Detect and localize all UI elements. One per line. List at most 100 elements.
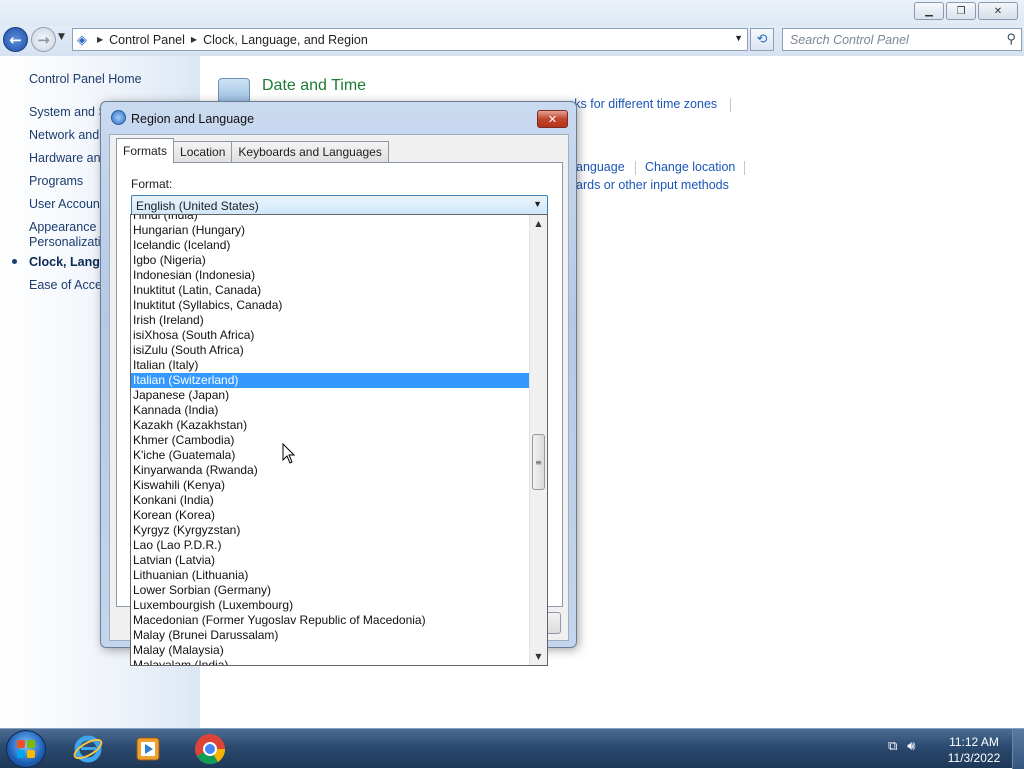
scrollbar-thumb[interactable]: ≡ — [532, 434, 545, 490]
close-window-button[interactable]: ✕ — [978, 2, 1018, 20]
media-player-button[interactable] — [126, 731, 170, 767]
back-arrow-icon: ← — [9, 30, 22, 49]
tab-formats[interactable]: Formats — [116, 138, 175, 163]
format-option[interactable]: Lao (Lao P.D.R.) — [131, 538, 529, 553]
minimize-button[interactable]: ▁ — [914, 2, 944, 20]
tab-location[interactable]: Location — [173, 141, 233, 162]
sidebar-item-user-accounts[interactable]: User Account — [29, 197, 101, 211]
format-option[interactable]: Malay (Brunei Darussalam) — [131, 628, 529, 643]
taskbar-clock[interactable]: 11:12 AM 11/3/2022 — [944, 734, 1004, 766]
format-option[interactable]: Japanese (Japan) — [131, 388, 529, 403]
format-option[interactable]: Lower Sorbian (Germany) — [131, 583, 529, 598]
volume-icon[interactable]: 🔊︎ — [907, 739, 915, 754]
format-option[interactable]: Malay (Malaysia) — [131, 643, 529, 658]
clocks-time-zones-link[interactable]: cks for different time zones — [568, 97, 717, 111]
dialog-close-button[interactable]: ✕ — [537, 110, 568, 128]
restore-icon: ❐ — [956, 5, 966, 17]
format-option[interactable]: Icelandic (Iceland) — [131, 238, 529, 253]
mouse-cursor-icon — [282, 443, 296, 464]
format-option[interactable]: Hindi (India) — [131, 215, 529, 223]
change-display-language-link[interactable]: anguage — [576, 160, 625, 174]
navigation-bar: ← → ▼ ◈ ▶ Control Panel ▶ Clock, Languag… — [0, 26, 1024, 56]
format-option[interactable]: isiZulu (South Africa) — [131, 343, 529, 358]
format-option[interactable]: Indonesian (Indonesia) — [131, 268, 529, 283]
link-separator — [730, 98, 731, 112]
chrome-button[interactable] — [188, 731, 232, 767]
current-page-bullet — [12, 259, 17, 264]
format-option[interactable]: Kyrgyz (Kyrgyzstan) — [131, 523, 529, 538]
address-bar[interactable]: ◈ ▶ Control Panel ▶ Clock, Language, and… — [72, 28, 748, 51]
change-keyboards-link[interactable]: ards or other input methods — [576, 178, 729, 192]
search-input[interactable]: Search Control Panel ⚲ — [782, 28, 1022, 51]
format-option[interactable]: Inuktitut (Latin, Canada) — [131, 283, 529, 298]
format-option[interactable]: Lithuanian (Lithuania) — [131, 568, 529, 583]
tab-keyboards-and-languages[interactable]: Keyboards and Languages — [231, 141, 389, 162]
format-option[interactable]: Inuktitut (Syllabics, Canada) — [131, 298, 529, 313]
clock-time: 11:12 AM — [949, 735, 999, 749]
list-scrollbar[interactable]: ▲ ≡ ▼ — [529, 215, 547, 665]
sidebar-item-system-and-security[interactable]: System and S — [29, 105, 101, 119]
format-option[interactable]: Khmer (Cambodia) — [131, 433, 529, 448]
format-option[interactable]: Konkani (India) — [131, 493, 529, 508]
sidebar-item-appearance[interactable]: Appearance a — [29, 220, 101, 234]
format-option[interactable]: isiXhosa (South Africa) — [131, 328, 529, 343]
back-button[interactable]: ← — [3, 27, 28, 52]
sidebar-item-clock-language[interactable]: Clock, Langua — [29, 255, 101, 269]
breadcrumb-clock-language-region[interactable]: Clock, Language, and Region — [203, 33, 368, 47]
format-selected-value: English (United States) — [136, 199, 259, 213]
format-option[interactable]: Malayalam (India) — [131, 658, 529, 665]
forward-arrow-icon: → — [37, 30, 50, 49]
breadcrumb-control-panel[interactable]: Control Panel — [109, 33, 185, 47]
format-dropdown-list[interactable]: Hindi (India) Hungarian (Hungary) Icelandi… — [130, 214, 548, 666]
format-option[interactable]: Italian (Italy) — [131, 358, 529, 373]
format-option[interactable]: Italian (Switzerland) — [131, 373, 529, 388]
dialog-tabs: Formats Location Keyboards and Languages — [116, 138, 389, 163]
control-panel-icon: ◈ — [77, 31, 87, 47]
restore-button[interactable]: ❐ — [946, 2, 976, 20]
format-option[interactable]: Latvian (Latvia) — [131, 553, 529, 568]
format-option[interactable]: Irish (Ireland) — [131, 313, 529, 328]
date-and-time-heading[interactable]: Date and Time — [262, 77, 366, 95]
search-icon[interactable]: ⚲ — [1006, 31, 1016, 47]
internet-explorer-button[interactable] — [66, 731, 110, 767]
show-desktop-button[interactable] — [1012, 729, 1024, 769]
search-placeholder: Search Control Panel — [790, 33, 909, 47]
sidebar-item-programs[interactable]: Programs — [29, 174, 83, 188]
window-title-bar: ▁ ❐ ✕ — [0, 0, 1024, 26]
refresh-button[interactable]: ⟲ — [750, 28, 774, 51]
minimize-icon: ▁ — [925, 5, 933, 17]
system-tray: ⧉ 🔊︎ — [888, 739, 916, 754]
forward-button[interactable]: → — [31, 27, 56, 52]
network-icon[interactable]: ⧉ — [888, 739, 897, 754]
format-option[interactable]: Kazakh (Kazakhstan) — [131, 418, 529, 433]
format-option[interactable]: Luxembourgish (Luxembourg) — [131, 598, 529, 613]
format-option[interactable]: Igbo (Nigeria) — [131, 253, 529, 268]
scroll-up-button[interactable]: ▲ — [530, 215, 547, 232]
format-option[interactable]: Kinyarwanda (Rwanda) — [131, 463, 529, 478]
dropdown-arrow-icon[interactable]: ▼ — [533, 199, 542, 209]
sidebar-item-personalization[interactable]: Personalizati — [29, 235, 101, 249]
format-option[interactable]: Hungarian (Hungary) — [131, 223, 529, 238]
sidebar-item-control-panel-home[interactable]: Control Panel Home — [29, 72, 142, 86]
format-option[interactable]: Kiswahili (Kenya) — [131, 478, 529, 493]
globe-icon — [111, 110, 126, 125]
format-option[interactable]: Korean (Korea) — [131, 508, 529, 523]
taskbar: ⧉ 🔊︎ 11:12 AM 11/3/2022 — [0, 728, 1024, 769]
format-option[interactable]: K'iche (Guatemala) — [131, 448, 529, 463]
sidebar-item-ease-of-access[interactable]: Ease of Acces — [29, 278, 101, 292]
sidebar-item-hardware[interactable]: Hardware and — [29, 151, 101, 165]
address-dropdown-icon[interactable]: ▼ — [734, 33, 743, 43]
start-button[interactable] — [6, 730, 46, 768]
breadcrumb-separator-icon[interactable]: ▶ — [97, 35, 103, 44]
media-player-icon — [136, 737, 160, 761]
format-option[interactable]: Kannada (India) — [131, 403, 529, 418]
sidebar-item-network[interactable]: Network and — [29, 128, 101, 142]
window-controls: ▁ ❐ ✕ — [914, 2, 1018, 20]
recent-pages-dropdown[interactable]: ▼ — [58, 32, 65, 42]
scroll-down-button[interactable]: ▼ — [530, 648, 547, 665]
format-option[interactable]: Macedonian (Former Yugoslav Republic of … — [131, 613, 529, 628]
format-label: Format: — [131, 177, 173, 191]
change-location-link[interactable]: Change location — [645, 160, 735, 174]
close-icon: ✕ — [993, 5, 1003, 17]
breadcrumb-separator-icon[interactable]: ▶ — [191, 35, 197, 44]
